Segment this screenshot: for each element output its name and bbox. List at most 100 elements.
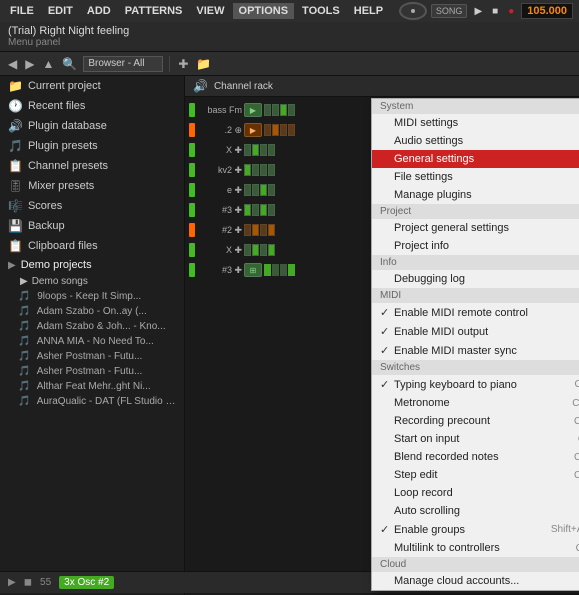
shortcut-metronome: Ctrl+M <box>572 398 579 409</box>
status-stop[interactable]: ◼ <box>24 577 32 588</box>
menu-item-manage-cloud-accounts[interactable]: Manage cloud accounts... <box>372 572 579 590</box>
menu-item-file-settings[interactable]: File settings <box>372 168 579 186</box>
menu-add[interactable]: ADD <box>81 3 117 19</box>
sidebar-label-demo-songs: Demo songs <box>32 276 88 287</box>
song-mode-btn[interactable]: SONG <box>431 4 468 18</box>
bpm-display[interactable]: 105.000 <box>521 3 573 19</box>
menu-edit[interactable]: EDIT <box>42 3 79 19</box>
shortcut-multilink: Ctrl+J <box>576 543 579 554</box>
up-btn[interactable]: ▲ <box>40 55 56 73</box>
window-subtitle: Menu panel <box>8 37 571 48</box>
menu-item-enable-midi-master-sync[interactable]: ✓ Enable MIDI master sync <box>372 341 579 360</box>
sidebar-label-scores: Scores <box>28 200 62 212</box>
sidebar-item-plugin-database[interactable]: 🔊 Plugin database <box>0 116 184 136</box>
label-typing-keyboard: Typing keyboard to piano <box>394 379 575 391</box>
folder-icon[interactable]: 📁 <box>194 55 213 73</box>
label-debug-log: Debugging log <box>394 273 579 285</box>
label-auto-scrolling: Auto scrolling <box>394 505 579 517</box>
options-dropdown-menu: System MIDI settings F10 Audio settings … <box>371 98 579 591</box>
file-icon: 🎵 <box>18 396 30 407</box>
label-start-on-input: Start on input <box>394 433 578 445</box>
menu-item-midi-settings[interactable]: MIDI settings F10 <box>372 114 579 132</box>
mixer-icon: 🎚 <box>8 179 23 193</box>
file-icon: 🎵 <box>18 321 30 332</box>
sidebar-item-recent-files[interactable]: 🕐 Recent files <box>0 96 184 116</box>
file-item-0[interactable]: 🎵 9loops - Keep It Simp... <box>0 289 184 304</box>
status-play[interactable]: ▶ <box>8 577 16 588</box>
menu-patterns[interactable]: PATTERNS <box>119 3 189 19</box>
menu-section-midi: MIDI <box>372 288 579 303</box>
file-item-1[interactable]: 🎵 Adam Szabo - On..ay (... <box>0 304 184 319</box>
status-number: 55 <box>40 577 51 588</box>
menu-item-blend-recorded[interactable]: Blend recorded notes Ctrl+B <box>372 448 579 466</box>
add-icon[interactable]: ✚ <box>176 55 190 73</box>
menu-item-enable-groups[interactable]: ✓ Enable groups Shift+Alt+G <box>372 520 579 539</box>
menu-item-project-general-settings[interactable]: Project general settings <box>372 219 579 237</box>
menu-tools[interactable]: TOOLS <box>296 3 346 19</box>
menu-item-recording-precount[interactable]: Recording precount Ctrl+P <box>372 412 579 430</box>
menu-item-audio-settings[interactable]: Audio settings <box>372 132 579 150</box>
subfolder-icon: ▶ <box>20 276 28 287</box>
forward-btn[interactable]: ▶ <box>23 55 36 73</box>
label-midi-settings: MIDI settings <box>394 117 579 129</box>
menu-item-auto-scrolling[interactable]: Auto scrolling <box>372 502 579 520</box>
sidebar-item-backup[interactable]: 💾 Backup <box>0 216 184 236</box>
sidebar-item-plugin-presets[interactable]: 🎵 Plugin presets <box>0 136 184 156</box>
sidebar-item-demo-projects[interactable]: ▶ Demo projects <box>0 256 184 274</box>
label-manage-cloud: Manage cloud accounts... <box>394 575 579 587</box>
file-item-3[interactable]: 🎵 ANNA MIA - No Need To... <box>0 334 184 349</box>
label-loop-record: Loop record <box>394 487 579 499</box>
menu-file[interactable]: FILE <box>4 3 40 19</box>
label-recording-precount: Recording precount <box>394 415 574 427</box>
menu-item-multilink[interactable]: Multilink to controllers Ctrl+J <box>372 539 579 557</box>
label-blend-recorded: Blend recorded notes <box>394 451 574 463</box>
menu-item-start-on-input[interactable]: Start on input Ctrl+I <box>372 430 579 448</box>
menu-section-project: Project <box>372 204 579 219</box>
menu-item-typing-keyboard[interactable]: ✓ Typing keyboard to piano Ctrl+T <box>372 375 579 394</box>
sidebar-item-mixer-presets[interactable]: 🎚 Mixer presets <box>0 176 184 196</box>
file-icon: 🎵 <box>18 351 30 362</box>
toolbar-separator <box>169 56 170 72</box>
menu-item-metronome[interactable]: Metronome Ctrl+M <box>372 394 579 412</box>
sidebar-label-current-project: Current project <box>28 80 101 92</box>
menu-section-system: System <box>372 99 579 114</box>
file-label-5: Asher Postman - Futu... <box>37 366 143 377</box>
file-icon: 🎵 <box>18 366 30 377</box>
dial[interactable] <box>399 2 427 20</box>
toolbar: ◀ ▶ ▲ 🔍 ✚ 📁 <box>0 52 579 76</box>
sidebar-item-current-project[interactable]: 📁 Current project <box>0 76 184 96</box>
menu-item-step-edit[interactable]: Step edit Ctrl+E <box>372 466 579 484</box>
menu-item-loop-record[interactable]: Loop record <box>372 484 579 502</box>
label-midi-master-sync: Enable MIDI master sync <box>394 345 579 357</box>
sidebar-item-clipboard[interactable]: 📋 Clipboard files <box>0 236 184 256</box>
menu-item-project-info[interactable]: Project info F11 <box>372 237 579 255</box>
file-label-4: Asher Postman - Futu... <box>37 351 143 362</box>
stop-btn[interactable]: ■ <box>489 5 501 18</box>
file-item-4[interactable]: 🎵 Asher Postman - Futu... <box>0 349 184 364</box>
sidebar-item-channel-presets[interactable]: 📋 Channel presets <box>0 156 184 176</box>
shortcut-step-edit: Ctrl+E <box>574 470 579 481</box>
sidebar-item-scores[interactable]: 🎼 Scores <box>0 196 184 216</box>
folder-icon: 📁 <box>8 79 23 93</box>
label-multilink: Multilink to controllers <box>394 542 576 554</box>
file-icon: 🎵 <box>18 291 30 302</box>
file-item-6[interactable]: 🎵 Althar Feat Mehr..ght Ni... <box>0 379 184 394</box>
back-btn[interactable]: ◀ <box>6 55 19 73</box>
play-btn[interactable]: ▶ <box>471 5 485 18</box>
menu-options[interactable]: OPTIONS <box>233 3 295 19</box>
file-item-2[interactable]: 🎵 Adam Szabo & Joh... - Kno... <box>0 319 184 334</box>
file-item-5[interactable]: 🎵 Asher Postman - Futu... <box>0 364 184 379</box>
search-input[interactable] <box>83 56 163 72</box>
label-metronome: Metronome <box>394 397 572 409</box>
menu-item-debugging-log[interactable]: Debugging log <box>372 270 579 288</box>
menu-help[interactable]: HELP <box>348 3 389 19</box>
sidebar-sub-demo-songs[interactable]: ▶ Demo songs <box>0 274 184 289</box>
file-label-0: 9loops - Keep It Simp... <box>37 291 141 302</box>
menu-view[interactable]: VIEW <box>190 3 230 19</box>
menu-item-general-settings[interactable]: General settings ◀ <box>372 150 579 168</box>
menu-item-manage-plugins[interactable]: Manage plugins <box>372 186 579 204</box>
file-item-7[interactable]: 🎵 AuraQualic - DAT (FL Studio Remix) <box>0 394 184 409</box>
menu-item-enable-midi-output[interactable]: ✓ Enable MIDI output <box>372 322 579 341</box>
menu-item-enable-midi-remote[interactable]: ✓ Enable MIDI remote control <box>372 303 579 322</box>
record-btn[interactable]: ● <box>505 5 517 18</box>
